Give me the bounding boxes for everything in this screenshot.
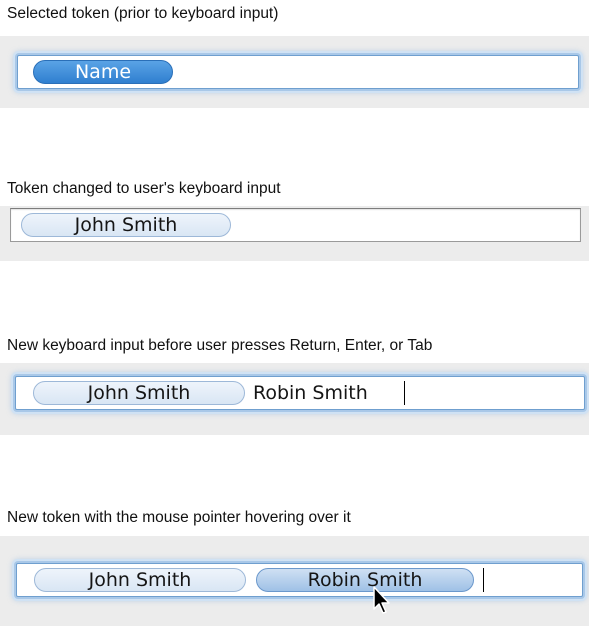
token-name[interactable]: Name bbox=[33, 60, 173, 84]
token-field-selected[interactable]: Name bbox=[17, 55, 579, 89]
text-caret bbox=[483, 568, 484, 592]
token-robin-smith[interactable]: Robin Smith bbox=[256, 568, 474, 592]
example-panel-hover: John Smith Robin Smith bbox=[0, 536, 589, 626]
caption-hover-token: New token with the mouse pointer hoverin… bbox=[7, 509, 351, 526]
arrow-pointer-icon bbox=[373, 586, 390, 614]
token-field-new-input[interactable]: John Smith Robin Smith bbox=[15, 376, 585, 410]
example-panel-changed: John Smith bbox=[0, 206, 589, 261]
caption-new-input: New keyboard input before user presses R… bbox=[7, 337, 433, 354]
token-john-smith[interactable]: John Smith bbox=[21, 213, 231, 237]
caption-selected-token: Selected token (prior to keyboard input) bbox=[7, 5, 279, 22]
typed-input-text: Robin Smith bbox=[253, 382, 368, 404]
text-caret bbox=[404, 381, 405, 405]
example-panel-new-input: John Smith Robin Smith bbox=[0, 363, 589, 435]
token-john-smith[interactable]: John Smith bbox=[33, 381, 245, 405]
token-field-hover[interactable]: John Smith Robin Smith bbox=[16, 563, 583, 597]
example-panel-selected: Name bbox=[0, 36, 589, 108]
token-field-changed[interactable]: John Smith bbox=[10, 208, 581, 242]
token-john-smith[interactable]: John Smith bbox=[34, 568, 246, 592]
caption-token-changed: Token changed to user's keyboard input bbox=[7, 180, 281, 197]
